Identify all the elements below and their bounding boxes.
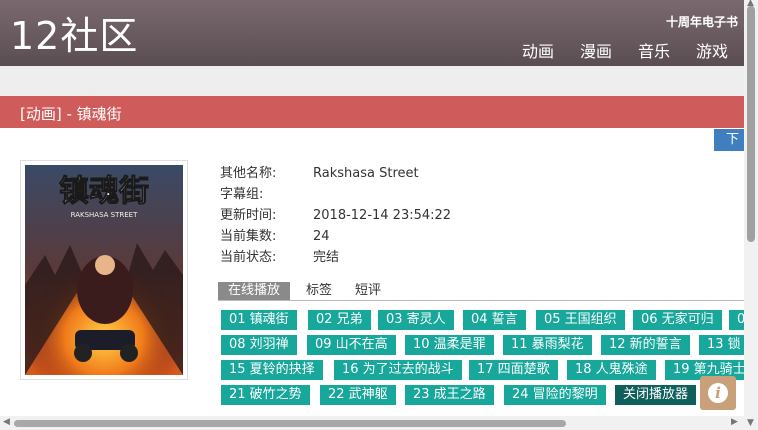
anniversary-link[interactable]: 十周年电子书 — [666, 13, 738, 30]
episode-button[interactable]: 13 锁 — [699, 335, 744, 355]
poster-title-art: 镇魂街 — [59, 174, 149, 209]
episode-button[interactable]: 16 为了过去的战斗 — [334, 360, 462, 380]
scroll-down-icon[interactable]: ▼ — [747, 418, 754, 428]
episode-button[interactable]: 21 破竹之势 — [221, 385, 310, 405]
info-icon[interactable]: i — [700, 376, 736, 410]
download-button[interactable]: 下 — [714, 129, 744, 151]
main-nav: 动画 漫画 音乐 游戏 — [522, 38, 728, 62]
info-panel: 其他名称: Rakshasa Street 字幕组: 更新时间: 2018-12… — [220, 163, 451, 268]
sub-strip — [0, 66, 744, 96]
episode-button[interactable]: 04 誓言 — [463, 310, 526, 330]
scroll-left-icon[interactable]: ◀ — [3, 417, 10, 427]
site-header: 12社区 十周年电子书 动画 漫画 音乐 游戏 — [0, 0, 744, 66]
episode-button[interactable]: 03 寄灵人 — [378, 310, 454, 330]
episode-button[interactable]: 09 山不在高 — [307, 335, 396, 355]
vertical-scroll-thumb[interactable] — [747, 6, 755, 242]
site-logo[interactable]: 12社区 — [10, 14, 138, 58]
info-value: Rakshasa Street — [313, 166, 419, 181]
episode-list: 01 镇魂街 02 兄弟 03 寄灵人 04 誓言 05 王国组织 06 无家可… — [221, 310, 744, 406]
nav-games[interactable]: 游戏 — [696, 38, 728, 62]
episode-button[interactable]: 02 兄弟 — [308, 310, 371, 330]
nav-anime[interactable]: 动画 — [522, 38, 554, 62]
page-title: [动画] - 镇魂街 — [20, 105, 122, 123]
episode-button[interactable]: 08 刘羽禅 — [221, 335, 297, 355]
horizontal-scrollbar[interactable]: ◀ ▶ — [0, 416, 744, 430]
nav-manga[interactable]: 漫画 — [580, 38, 612, 62]
info-key: 其他名称: — [220, 166, 277, 181]
info-row-updated: 更新时间: 2018-12-14 23:54:22 — [220, 205, 451, 226]
poster-image: 镇魂街 RAKSHASA STREET — [20, 160, 188, 380]
info-row-status: 当前状态: 完结 — [220, 247, 451, 268]
episode-button[interactable]: 23 成王之路 — [405, 385, 494, 405]
episode-button[interactable]: 12 新的誓言 — [601, 335, 690, 355]
nav-music[interactable]: 音乐 — [638, 38, 670, 62]
tab-online-play[interactable]: 在线播放 — [218, 282, 291, 300]
info-key: 当前集数: — [220, 229, 277, 244]
info-value: 2018-12-14 23:54:22 — [313, 208, 452, 223]
horizontal-scroll-thumb[interactable] — [14, 420, 566, 427]
info-row-alt-name: 其他名称: Rakshasa Street — [220, 163, 451, 184]
close-player-button[interactable]: 关闭播放器 — [615, 385, 697, 405]
scroll-right-icon[interactable]: ▶ — [731, 417, 738, 427]
episode-button[interactable]: 24 冒险的黎明 — [504, 385, 606, 405]
episode-button[interactable]: 17 四面楚歌 — [469, 360, 558, 380]
info-key: 更新时间: — [220, 208, 277, 223]
info-value: 完结 — [313, 250, 340, 265]
episode-button[interactable]: 18 人鬼殊途 — [567, 360, 656, 380]
episode-button[interactable]: 11 暴雨梨花 — [503, 335, 592, 355]
tab-reviews[interactable]: 短评 — [345, 282, 391, 300]
info-value: 24 — [313, 229, 330, 244]
episode-button[interactable]: 22 武神躯 — [320, 385, 396, 405]
tab-bar: 在线播放 标签 短评 — [218, 282, 744, 301]
title-bar: [动画] - 镇魂街 — [0, 96, 744, 128]
episode-button[interactable]: 01 镇魂街 — [221, 310, 297, 330]
info-key: 字幕组: — [220, 187, 264, 202]
episode-button[interactable]: 06 无家可归 — [633, 310, 722, 330]
episode-button[interactable]: 15 夏铃的抉择 — [221, 360, 323, 380]
episode-button[interactable]: 05 王国组织 — [536, 310, 625, 330]
tab-tags[interactable]: 标签 — [296, 282, 342, 300]
episode-button[interactable]: 10 温柔是罪 — [405, 335, 494, 355]
poster-subtitle-art: RAKSHASA STREET — [71, 211, 138, 219]
info-row-subgroup: 字幕组: — [220, 184, 451, 205]
vertical-scrollbar[interactable]: ▲ ▼ — [744, 0, 758, 430]
info-glyph: i — [708, 383, 728, 403]
info-row-episodes: 当前集数: 24 — [220, 226, 451, 247]
episode-button[interactable]: 07 — [729, 310, 744, 330]
info-key: 当前状态: — [220, 250, 277, 265]
